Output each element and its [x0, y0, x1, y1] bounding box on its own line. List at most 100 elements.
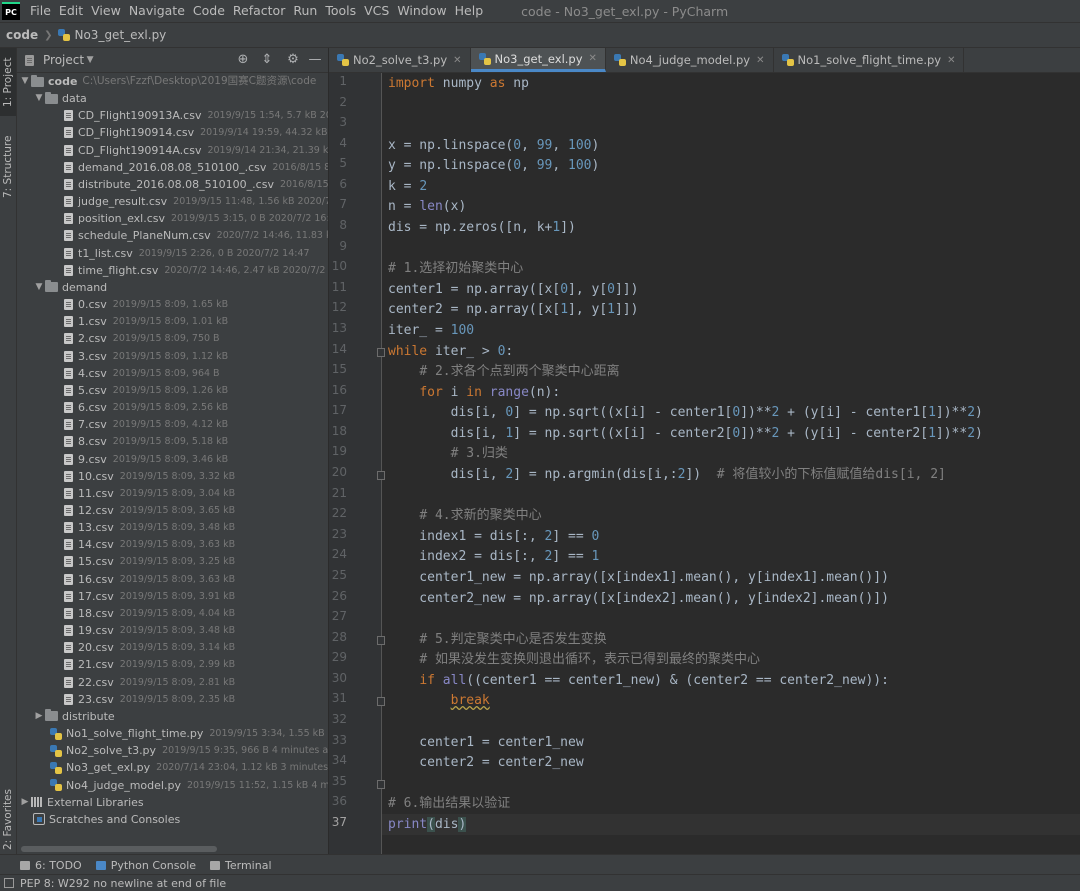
code-line[interactable]: y = np.linspace(0, 99, 100): [388, 155, 599, 176]
gear-icon[interactable]: ⚙: [285, 52, 301, 68]
code-line[interactable]: n = len(x): [388, 196, 466, 217]
tree-file[interactable]: 20.csv 2019/9/15 8:09, 3.14 kB: [64, 639, 235, 656]
tree-file[interactable]: schedule_PlaneNum.csv 2020/7/2 14:46, 11.…: [64, 227, 328, 244]
code-line[interactable]: if all((center1 == center1_new) & (cente…: [388, 670, 889, 691]
chevron-down-icon[interactable]: ▼: [33, 90, 45, 107]
fold-marker-icon[interactable]: [377, 779, 385, 789]
tree-file[interactable]: distribute_2016.08.08_510100_.csv 2016/8/…: [64, 176, 328, 193]
menu-view[interactable]: View: [87, 0, 125, 22]
editor-tab[interactable]: No2_solve_t3.py ✕: [329, 48, 471, 72]
tree-file[interactable]: position_exl.csv 2019/9/15 3:15, 0 B 2020…: [64, 210, 328, 227]
close-icon[interactable]: ✕: [453, 55, 461, 66]
code-line[interactable]: dis = np.zeros([n, k+1]): [388, 217, 576, 238]
tree-file[interactable]: 6.csv 2019/9/15 8:09, 2.56 kB: [64, 399, 228, 416]
code-line[interactable]: k = 2: [388, 176, 427, 197]
minimize-icon[interactable]: —: [307, 52, 323, 68]
code-line[interactable]: for i in range(n):: [388, 382, 560, 403]
tree-file[interactable]: No1_solve_flight_time.py 2019/9/15 3:34, …: [50, 725, 328, 742]
tree-file[interactable]: 2.csv 2019/9/15 8:09, 750 B: [64, 330, 220, 347]
tool-tab-favorites[interactable]: 2: Favorites: [0, 778, 16, 862]
code-line[interactable]: center1_new = np.array([x[index1].mean()…: [388, 567, 889, 588]
tool-tab-python-console[interactable]: Python Console: [95, 859, 196, 872]
code-line[interactable]: center2 = center2_new: [388, 752, 583, 773]
locate-icon[interactable]: ⊕: [235, 52, 251, 68]
editor-tab[interactable]: No1_solve_flight_time.py ✕: [774, 48, 965, 72]
menu-tools[interactable]: Tools: [321, 0, 360, 22]
code-line[interactable]: iter_ = 100: [388, 320, 474, 341]
tree-file[interactable]: 8.csv 2019/9/15 8:09, 5.18 kB: [64, 433, 228, 450]
collapse-all-icon[interactable]: ⇕: [259, 52, 275, 68]
code-line[interactable]: # 2.求各个点到两个聚类中心距离: [388, 361, 619, 382]
code-line[interactable]: # 3.归类: [388, 443, 508, 464]
tree-file[interactable]: demand_2016.08.08_510100_.csv 2016/8/15 8…: [64, 159, 328, 176]
tool-tab-todo[interactable]: 6: TODO: [20, 859, 82, 872]
tree-file[interactable]: judge_result.csv 2019/9/15 11:48, 1.56 kB…: [64, 193, 328, 210]
code-line[interactable]: dis[i, 1] = np.sqrt((x[i] - center2[0])*…: [388, 423, 983, 444]
tree-folder-distribute[interactable]: ▶ distribute: [33, 708, 115, 725]
fold-marker-icon[interactable]: [377, 471, 385, 481]
tree-file[interactable]: 0.csv 2019/9/15 8:09, 1.65 kB: [64, 296, 228, 313]
tree-file[interactable]: 12.csv 2019/9/15 8:09, 3.65 kB: [64, 502, 235, 519]
code-line[interactable]: # 5.判定聚类中心是否发生变换: [388, 629, 606, 650]
tree-file[interactable]: 18.csv 2019/9/15 8:09, 4.04 kB: [64, 605, 235, 622]
tree-file[interactable]: 13.csv 2019/9/15 8:09, 3.48 kB: [64, 519, 235, 536]
tree-folder-code[interactable]: ▼ code C:\Users\Fzzf\Desktop\2019国赛C题资源\co…: [19, 73, 316, 90]
tree-file[interactable]: 10.csv 2019/9/15 8:09, 3.32 kB: [64, 468, 235, 485]
tree-external-libraries[interactable]: ▶ External Libraries: [19, 794, 144, 811]
code-line[interactable]: while iter_ > 0:: [388, 341, 513, 362]
tree-file[interactable]: 17.csv 2019/9/15 8:09, 3.91 kB: [64, 588, 235, 605]
project-view-selector[interactable]: Project: [43, 53, 84, 67]
menu-navigate[interactable]: Navigate: [125, 0, 189, 22]
tool-tab-project[interactable]: 1: Project: [0, 48, 16, 116]
code-line[interactable]: import numpy as np: [388, 73, 529, 94]
menu-run[interactable]: Run: [289, 0, 321, 22]
breadcrumb-file[interactable]: No3_get_exl.py: [52, 28, 172, 42]
fold-marker-icon[interactable]: [377, 347, 385, 357]
chevron-down-icon[interactable]: ▼: [84, 55, 96, 65]
chevron-right-icon[interactable]: ▶: [33, 708, 45, 725]
tree-file[interactable]: No4_judge_model.py 2019/9/15 11:52, 1.15 …: [50, 777, 328, 794]
code-line[interactable]: index1 = dis[:, 2] == 0: [388, 526, 599, 547]
tree-file[interactable]: CD_Flight190913A.csv 2019/9/15 1:54, 5.7 …: [64, 107, 328, 124]
fold-marker-icon[interactable]: [377, 697, 385, 707]
code-line[interactable]: # 4.求新的聚类中心: [388, 505, 541, 526]
tree-file[interactable]: 11.csv 2019/9/15 8:09, 3.04 kB: [64, 485, 235, 502]
tree-file[interactable]: 21.csv 2019/9/15 8:09, 2.99 kB: [64, 656, 235, 673]
tree-file[interactable]: 4.csv 2019/9/15 8:09, 964 B: [64, 365, 220, 382]
code-line[interactable]: center2 = np.array([x[1], y[1]]): [388, 299, 638, 320]
code-line[interactable]: print(dis): [388, 814, 467, 835]
editor-tab[interactable]: No3_get_exl.py ✕: [470, 48, 606, 72]
tree-file[interactable]: No3_get_exl.py 2020/7/14 23:04, 1.12 kB 3…: [50, 759, 328, 776]
breadcrumb-project[interactable]: code: [0, 28, 44, 42]
code-line[interactable]: # 如果没发生变换则退出循环，表示已得到最终的聚类中心: [388, 649, 760, 670]
tree-file[interactable]: 16.csv 2019/9/15 8:09, 3.63 kB: [64, 571, 235, 588]
code-line[interactable]: center1 = np.array([x[0], y[0]]): [388, 279, 638, 300]
tree-file[interactable]: 1.csv 2019/9/15 8:09, 1.01 kB: [64, 313, 228, 330]
tool-windows-toggle-icon[interactable]: [4, 878, 14, 888]
chevron-right-icon[interactable]: ▶: [19, 794, 31, 811]
tree-file[interactable]: 3.csv 2019/9/15 8:09, 1.12 kB: [64, 348, 228, 365]
chevron-down-icon[interactable]: ▼: [19, 73, 31, 90]
code-line[interactable]: break: [388, 690, 490, 711]
tree-file[interactable]: time_flight.csv 2020/7/2 14:46, 2.47 kB 2…: [64, 262, 328, 279]
tree-file[interactable]: 22.csv 2019/9/15 8:09, 2.81 kB: [64, 674, 235, 691]
tree-file[interactable]: 9.csv 2019/9/15 8:09, 3.46 kB: [64, 451, 228, 468]
menu-code[interactable]: Code: [189, 0, 229, 22]
code-line[interactable]: center1 = center1_new: [388, 732, 583, 753]
editor-tab[interactable]: No4_judge_model.py ✕: [606, 48, 774, 72]
tree-file[interactable]: 5.csv 2019/9/15 8:09, 1.26 kB: [64, 382, 228, 399]
menu-window[interactable]: Window: [393, 0, 450, 22]
tree-file[interactable]: t1_list.csv 2019/9/15 2:26, 0 B 2020/7/2 …: [64, 245, 310, 262]
code-editor[interactable]: 1 2 3 4 5 6 7 8 9 10 11 12 13 14 15 16 17 18 19 20 21 22 23 24 2…: [329, 73, 1080, 854]
code-line[interactable]: # 1.选择初始聚类中心: [388, 258, 523, 279]
close-icon[interactable]: ✕: [756, 55, 764, 66]
code-line[interactable]: dis[i, 2] = np.argmin(dis[i,:2]) # 将值较小的…: [388, 464, 946, 485]
tree-file[interactable]: 7.csv 2019/9/15 8:09, 4.12 kB: [64, 416, 228, 433]
tree-file[interactable]: 23.csv 2019/9/15 8:09, 2.35 kB: [64, 691, 235, 708]
horizontal-scrollbar[interactable]: [21, 846, 217, 852]
code-line[interactable]: center2_new = np.array([x[index2].mean()…: [388, 588, 889, 609]
tool-tab-structure[interactable]: 7: Structure: [0, 128, 16, 206]
menu-edit[interactable]: Edit: [55, 0, 87, 22]
menu-help[interactable]: Help: [451, 0, 488, 22]
code-line[interactable]: dis[i, 0] = np.sqrt((x[i] - center1[0])*…: [388, 402, 983, 423]
